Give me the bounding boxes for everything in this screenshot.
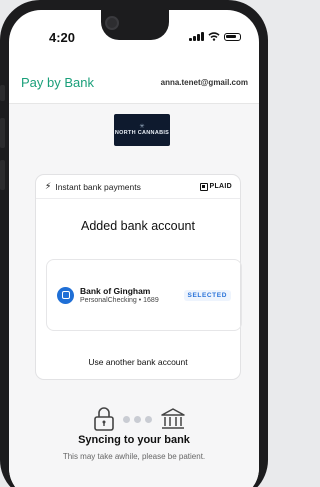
bank-account-details: PersonalChecking • 1689 [80,297,159,304]
sync-title: Syncing to your bank [78,434,190,446]
card-title: Added bank account [81,219,195,233]
side-button [0,160,5,190]
lock-icon [94,407,114,431]
merchant-logo-text: NORTH CANNABIS [114,130,170,136]
main-content: ✳ NORTH CANNABIS ⚡︎ Instant bank payment… [9,104,259,487]
page-title: Pay by Bank [21,75,94,90]
status-time: 4:20 [49,30,76,45]
sync-subtitle: This may take awhile, please be patient. [62,452,206,461]
side-button [0,118,5,148]
top-bar: Pay by Bank anna.tenet@gmail.com [9,62,259,104]
progress-dots [123,415,152,423]
instant-payments-label: Instant bank payments [55,181,141,192]
screen: 4:20 Pay by Bank anna.tenet@gmail.com ✳ … [9,10,259,487]
bank-card: ⚡︎ Instant bank payments PLAID Added ban… [35,174,242,380]
plaid-logo: PLAID [199,182,233,191]
wifi-icon [208,32,220,41]
plaid-text: PLAID [209,183,232,190]
use-another-bank-button[interactable]: Use another bank account [36,357,240,367]
side-button [0,85,5,101]
notch [101,10,169,40]
merchant-logo: ✳ NORTH CANNABIS [114,114,170,146]
bank-name: Bank of Gingham [80,286,151,296]
bolt-icon: ⚡︎ [45,181,52,191]
battery-icon [224,33,241,41]
plaid-icon [199,182,208,191]
status-icons [189,32,241,41]
camera-icon [105,16,119,30]
signal-icon [189,32,204,41]
sync-animation [93,407,186,431]
bank-building-icon [161,408,185,429]
bank-icon [57,286,74,304]
account-email: anna.tenet@gmail.com [160,78,248,87]
selected-badge: SELECTED [183,289,231,301]
bank-account-tile[interactable]: Bank of Gingham PersonalChecking • 1689 … [46,259,242,331]
card-header: ⚡︎ Instant bank payments PLAID [36,175,240,199]
